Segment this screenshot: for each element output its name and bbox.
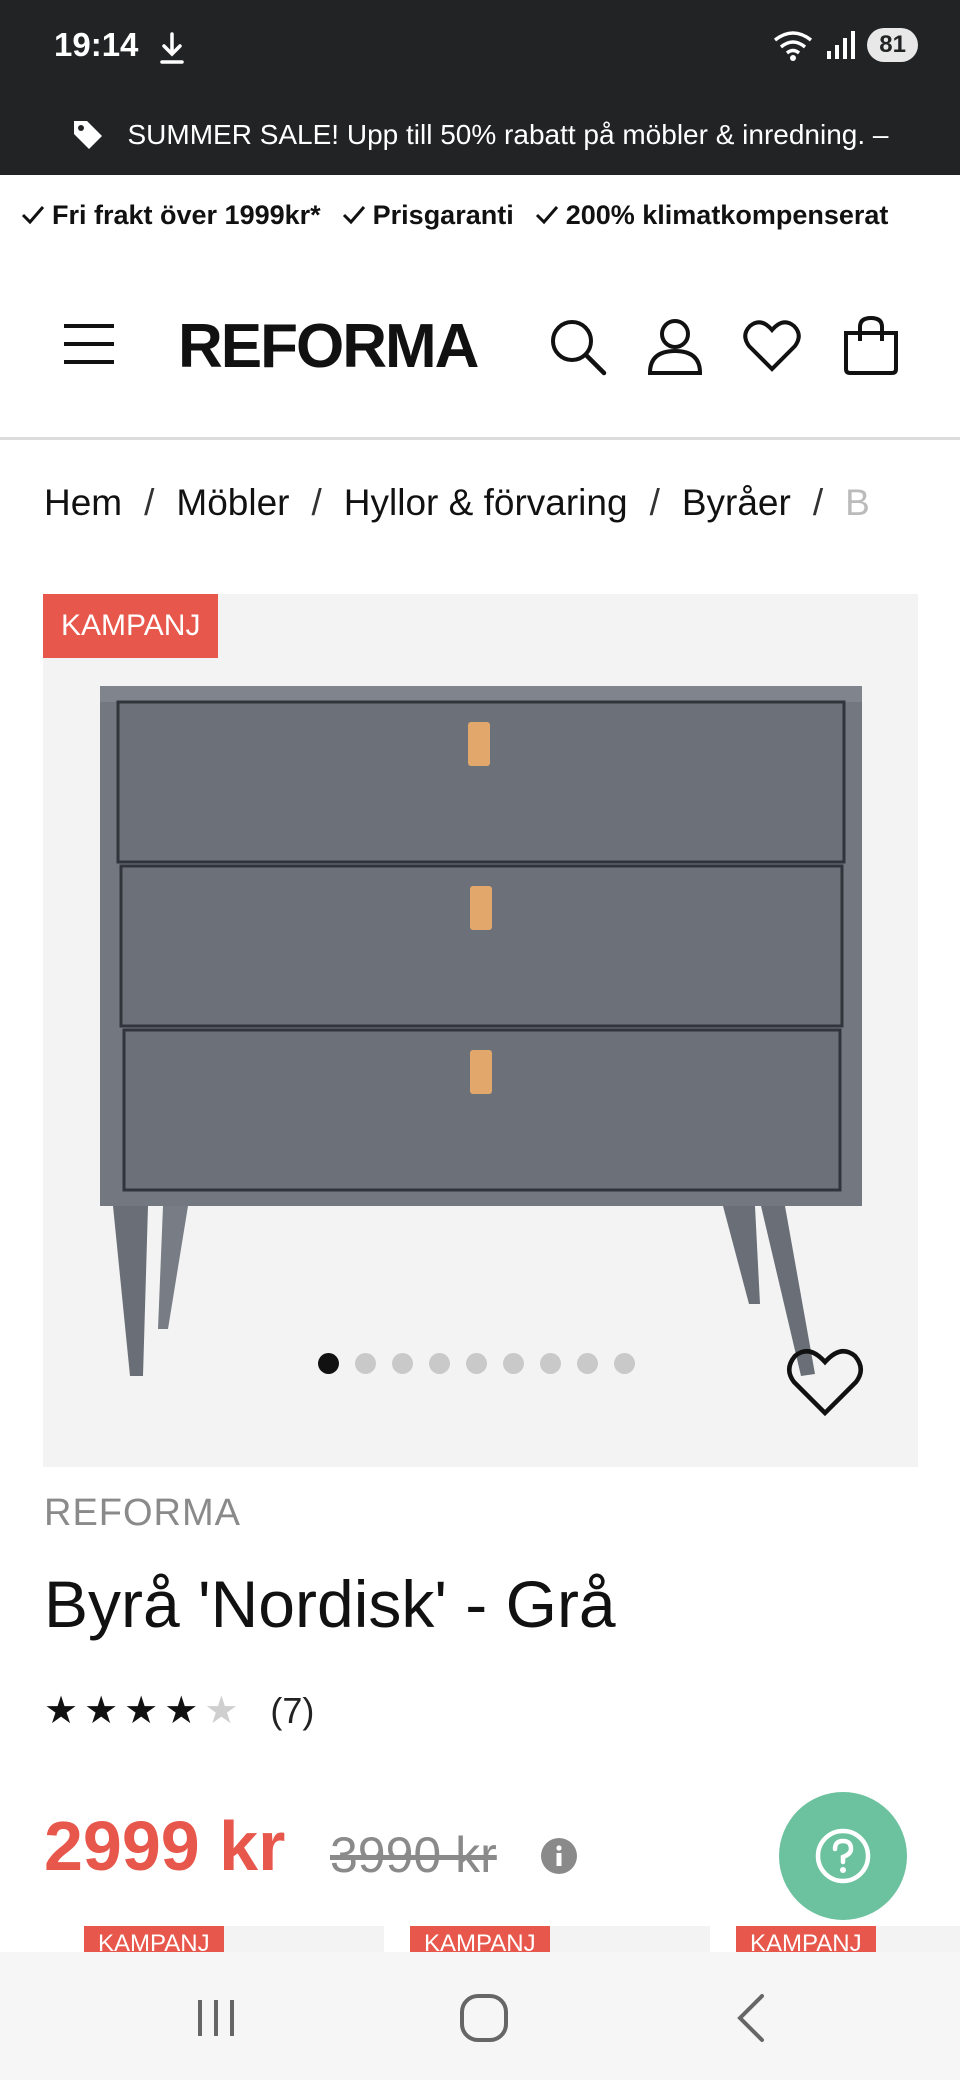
breadcrumb-separator: / [311, 482, 322, 523]
usp-item: 200% klimatkompenserat [534, 199, 889, 231]
star-empty-icon: ★ [204, 1690, 239, 1732]
help-button[interactable] [779, 1792, 907, 1920]
usp-label: 200% klimatkompenserat [565, 199, 889, 230]
breadcrumb-item-truncated[interactable]: B [845, 482, 870, 524]
recommendation-badge: KAMPANJ [736, 1926, 876, 1952]
check-icon [21, 206, 45, 225]
recommendation-badge: KAMPANJ [410, 1926, 550, 1952]
carousel-dot[interactable] [614, 1353, 635, 1374]
product-image[interactable] [43, 594, 918, 1467]
breadcrumb-item[interactable]: Hem [44, 482, 122, 524]
usp-item: Prisgaranti [341, 200, 514, 231]
carousel-dot[interactable] [540, 1353, 561, 1374]
help-icon [815, 1828, 871, 1884]
product-title: Byrå 'Nordisk' - Grå [44, 1567, 616, 1641]
home-icon[interactable] [454, 1988, 514, 2048]
carousel-dot[interactable] [577, 1353, 598, 1374]
promo-banner[interactable]: SUMMER SALE! Upp till 50% rabatt på möbl… [0, 94, 960, 175]
check-icon [535, 206, 558, 225]
info-icon[interactable] [540, 1837, 578, 1875]
carousel-dot[interactable] [318, 1353, 339, 1374]
tag-icon [74, 120, 103, 149]
product-price: 2999 kr [44, 1807, 286, 1885]
recent-apps-icon[interactable] [186, 1988, 246, 2048]
status-time: 19:14 [54, 26, 139, 63]
breadcrumb-item[interactable]: Möbler [176, 482, 289, 524]
usp-label: Prisgaranti [372, 199, 514, 230]
promo-text: SUMMER SALE! Upp till 50% rabatt på möbl… [127, 118, 889, 150]
breadcrumb: Hem / Möbler / Hyllor & förvaring / Byrå… [44, 482, 960, 524]
add-to-wishlist-icon[interactable] [785, 1343, 865, 1419]
carousel-dot[interactable] [392, 1353, 413, 1374]
battery-indicator: 81 [867, 28, 918, 62]
review-count: (7) [270, 1690, 315, 1731]
carousel-dot[interactable] [355, 1353, 376, 1374]
wishlist-icon[interactable] [741, 315, 803, 377]
site-header: REFORMA [0, 255, 960, 440]
breadcrumb-separator: / [812, 482, 824, 523]
check-icon [342, 206, 365, 225]
menu-icon[interactable] [62, 321, 116, 367]
wifi-icon [774, 31, 813, 61]
breadcrumb-separator: / [144, 482, 155, 523]
breadcrumb-separator: / [649, 482, 660, 523]
account-icon[interactable] [644, 315, 706, 377]
cart-icon[interactable] [840, 315, 902, 377]
usp-label: Fri frakt över 1999kr* [52, 199, 321, 230]
carousel-dot[interactable] [503, 1353, 524, 1374]
back-icon[interactable] [724, 1988, 784, 2048]
breadcrumb-item[interactable]: Hyllor & förvaring [344, 482, 628, 524]
dresser-illustration [100, 686, 862, 1376]
status-right: 81 [771, 28, 918, 62]
product-brand[interactable]: REFORMA [44, 1492, 241, 1535]
system-nav-bar [0, 1952, 960, 2080]
breadcrumb-item[interactable]: Byråer [682, 482, 791, 524]
usp-item: Fri frakt över 1999kr* [20, 200, 321, 231]
campaign-badge: KAMPANJ [43, 594, 219, 658]
star-icon: ★ [44, 1690, 79, 1732]
site-logo[interactable]: REFORMA [178, 311, 479, 382]
recommendation-badge: KAMPANJ [84, 1926, 224, 1952]
image-carousel-dots [318, 1353, 635, 1374]
product-old-price: 3990 kr [330, 1827, 497, 1883]
star-icon: ★ [124, 1690, 159, 1732]
status-bar: 19:14 81 [0, 0, 960, 94]
usp-row: Fri frakt över 1999kr* Prisgaranti 200% … [0, 175, 960, 255]
signal-icon [827, 31, 856, 59]
carousel-dot[interactable] [429, 1353, 450, 1374]
carousel-dot[interactable] [466, 1353, 487, 1374]
download-icon [160, 32, 184, 64]
star-icon: ★ [84, 1690, 119, 1732]
search-icon[interactable] [546, 315, 608, 377]
star-icon: ★ [164, 1690, 199, 1732]
recommendation-strip: KAMPANJ KAMPANJ KAMPANJ [0, 1926, 960, 1952]
product-rating[interactable]: ★ ★ ★ ★ ★ (7) [44, 1690, 314, 1732]
